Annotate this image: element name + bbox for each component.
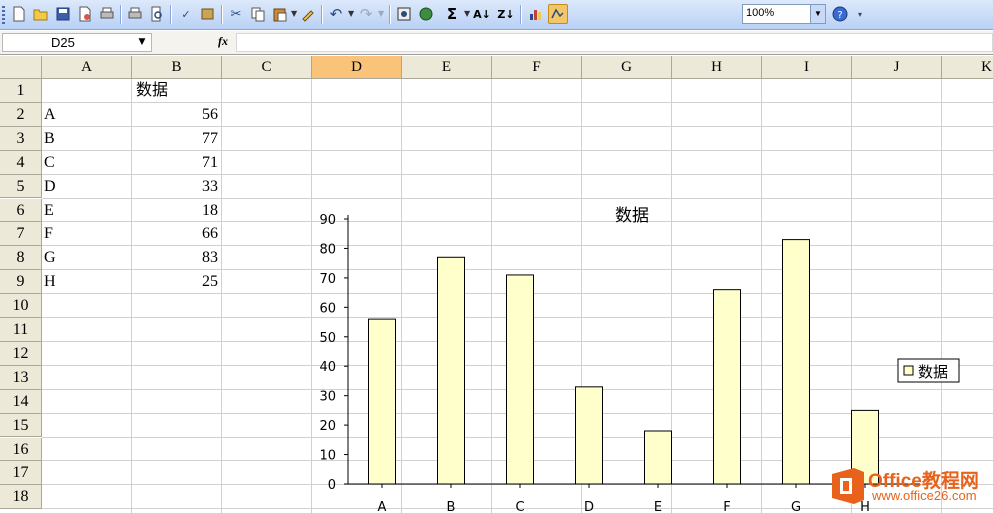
office-logo-icon xyxy=(832,468,864,504)
toolbar-separator xyxy=(170,5,172,24)
x-tick-label: D xyxy=(584,500,594,513)
bar-a xyxy=(368,318,396,485)
y-tick-label: 30 xyxy=(319,390,336,405)
formula-input[interactable] xyxy=(236,33,993,52)
sort-descending-icon[interactable]: Z↓ xyxy=(496,4,516,24)
zoom-value: 100% xyxy=(746,7,775,19)
x-tick-label: G xyxy=(791,500,801,513)
x-tick-label: E xyxy=(654,500,662,513)
toolbar-separator xyxy=(120,5,122,24)
paste-dropdown-icon[interactable]: ▼ xyxy=(291,9,297,18)
toolbar-separator xyxy=(520,5,522,24)
y-tick-label: 10 xyxy=(319,449,336,464)
zoom-combo[interactable]: 100% ▼ xyxy=(742,4,826,24)
worksheet-grid[interactable]: ABCDEFGHIJK 1 2 3 4 5 6 7 8 9 10 11 12 13 14 15 16 17 18 … xyxy=(0,56,993,513)
y-tick-label: 80 xyxy=(319,242,336,257)
y-tick-label: 40 xyxy=(319,360,336,375)
chart-title: 数据 xyxy=(615,206,649,226)
name-box-value: D25 xyxy=(51,35,75,50)
bar-f xyxy=(713,289,741,485)
undo-icon[interactable]: ↶ xyxy=(326,4,346,24)
drawing-icon[interactable] xyxy=(548,4,568,24)
zoom-dropdown-icon[interactable]: ▼ xyxy=(810,5,825,23)
x-tick-label: A xyxy=(378,500,387,513)
x-tick-label: F xyxy=(723,500,730,513)
bar-d xyxy=(575,386,603,485)
bar-chart[interactable]: 数据0102030405060708090A B C D E F G H数据 xyxy=(0,56,993,513)
bar-c xyxy=(506,274,534,485)
copy-icon[interactable] xyxy=(248,4,268,24)
bar-e xyxy=(644,430,672,485)
paste-icon[interactable] xyxy=(270,4,290,24)
y-tick-label: 0 xyxy=(328,478,336,493)
bar-b xyxy=(437,256,465,485)
bar-g xyxy=(782,239,810,485)
open-icon[interactable] xyxy=(31,4,51,24)
svg-text:?: ? xyxy=(837,10,842,21)
standard-toolbar: ✓ ✂ ▼ ↶ ▼ ↷ ▼ Σ ▼ A↓ Z↓ 100% ▼ ? ▾ xyxy=(0,0,993,30)
save-icon[interactable] xyxy=(53,4,73,24)
y-tick-label: 60 xyxy=(319,301,336,316)
office26-watermark-logo: Office教程网 www.office26.com xyxy=(826,462,993,513)
permission-icon[interactable] xyxy=(75,4,95,24)
name-box[interactable]: D25 xyxy=(2,33,152,52)
toolbar-options-icon[interactable]: ▾ xyxy=(854,4,866,24)
y-tick-label: 90 xyxy=(319,213,336,228)
y-tick-label: 70 xyxy=(319,272,336,287)
insert-link-icon[interactable] xyxy=(416,4,436,24)
legend-swatch xyxy=(903,365,914,376)
toolbar-grip[interactable] xyxy=(2,6,5,24)
sort-ascending-icon[interactable]: A↓ xyxy=(472,4,492,24)
redo-icon[interactable]: ↷ xyxy=(356,4,376,24)
insert-function-icon[interactable]: fx xyxy=(212,34,234,51)
print-preview-doc-icon[interactable] xyxy=(147,4,167,24)
formula-bar: D25 ▼ fx xyxy=(0,31,993,55)
chart-wizard-icon[interactable] xyxy=(526,4,546,24)
cut-icon[interactable]: ✂ xyxy=(226,4,246,24)
legend-label: 数据 xyxy=(918,363,948,381)
autosum-dropdown-icon[interactable]: ▼ xyxy=(464,9,470,18)
x-tick-label: C xyxy=(515,500,524,513)
format-painter-icon[interactable] xyxy=(298,4,318,24)
x-tick-label: B xyxy=(447,500,456,513)
print-preview-icon[interactable] xyxy=(125,4,145,24)
undo-dropdown-icon[interactable]: ▼ xyxy=(348,9,354,18)
print-icon[interactable] xyxy=(97,4,117,24)
hyperlink-icon[interactable] xyxy=(394,4,414,24)
research-icon[interactable] xyxy=(198,4,218,24)
y-tick-label: 50 xyxy=(319,331,336,346)
redo-dropdown-icon[interactable]: ▼ xyxy=(378,9,384,18)
help-icon[interactable]: ? xyxy=(830,4,850,24)
watermark-url: www.office26.com xyxy=(872,488,977,503)
toolbar-separator xyxy=(389,5,391,24)
spelling-icon[interactable]: ✓ xyxy=(176,4,196,24)
autosum-icon[interactable]: Σ xyxy=(442,4,462,24)
toolbar-separator xyxy=(321,5,323,24)
y-tick-label: 20 xyxy=(319,419,336,434)
toolbar-separator xyxy=(221,5,223,24)
new-icon[interactable] xyxy=(9,4,29,24)
name-box-dropdown-icon[interactable]: ▼ xyxy=(134,34,150,51)
